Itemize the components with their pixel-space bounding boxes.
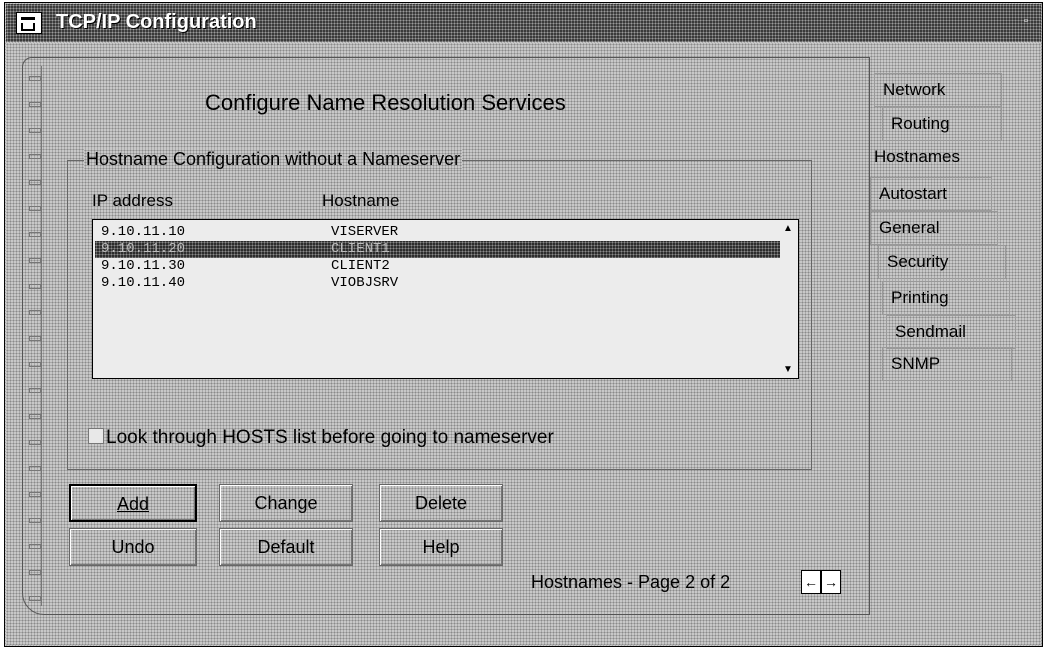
default-button[interactable]: Default (219, 528, 353, 566)
undo-button[interactable]: Undo (69, 528, 197, 566)
table-row[interactable]: 9.10.11.10 VISERVER (95, 224, 780, 241)
ip-cell: 9.10.11.20 (101, 241, 186, 257)
tcpip-configuration-window: TCP/IP Configuration ▫ Configure Name Re… (4, 2, 1043, 647)
help-button[interactable]: Help (379, 528, 503, 566)
group-label: Hostname Configuration without a Nameser… (84, 149, 463, 170)
column-header-hostname: Hostname (322, 191, 400, 210)
minimize-icon[interactable]: ▫ (1019, 14, 1033, 28)
tab-security[interactable]: Security (878, 245, 1006, 279)
tab-printing[interactable]: Printing (882, 281, 1010, 315)
undo-button-label: Undo (111, 537, 155, 557)
hostname-cell: VIOBJSRV (331, 275, 399, 291)
next-page-icon[interactable]: → (821, 570, 841, 594)
checkbox-label: Look through HOSTS list before going to … (106, 427, 554, 448)
ip-cell: 9.10.11.40 (101, 275, 186, 291)
help-button-label: Help (422, 537, 460, 557)
window-title: TCP/IP Configuration (56, 11, 257, 33)
hosts-first-checkbox[interactable]: Look through HOSTS list before going to … (88, 427, 554, 449)
scroll-up-icon[interactable]: ▲ (783, 223, 793, 234)
hosts-listbox[interactable]: 9.10.11.10 VISERVER 9.10.11.20 CLIENT1 9… (92, 219, 799, 379)
system-menu-icon[interactable] (16, 12, 42, 34)
scroll-down-icon[interactable]: ▼ (783, 364, 793, 375)
tab-autostart[interactable]: Autostart (870, 177, 992, 211)
table-row[interactable]: 9.10.11.30 CLIENT2 (95, 258, 780, 275)
hostname-config-group: Hostname Configuration without a Nameser… (67, 149, 812, 470)
tab-sendmail[interactable]: Sendmail (886, 315, 1016, 349)
table-row-selected[interactable]: 9.10.11.20 CLIENT1 (95, 241, 780, 258)
notebook: Configure Name Resolution Services Hostn… (22, 57, 870, 615)
tab-general[interactable]: General (870, 211, 998, 245)
vertical-scrollbar[interactable]: ▲ ▼ (781, 221, 797, 377)
client-area: Configure Name Resolution Services Hostn… (6, 43, 1041, 645)
prev-page-icon[interactable]: ← (801, 570, 821, 594)
column-header-ip: IP address (92, 191, 173, 210)
tab-network[interactable]: Network (874, 73, 1002, 107)
ip-cell: 9.10.11.30 (101, 258, 186, 274)
page-title: Configure Name Resolution Services (205, 90, 566, 115)
add-button[interactable]: Add (69, 484, 197, 522)
default-button-label: Default (257, 537, 315, 557)
checkbox-box[interactable] (88, 428, 104, 444)
delete-button[interactable]: Delete (379, 484, 503, 522)
hostname-cell: CLIENT2 (331, 258, 390, 274)
title-bar[interactable]: TCP/IP Configuration ▫ (6, 4, 1041, 42)
change-button[interactable]: Change (219, 484, 353, 522)
page-indicator: Hostnames - Page 2 of 2 (531, 572, 731, 592)
ip-cell: 9.10.11.10 (101, 224, 186, 240)
hostname-cell: VISERVER (331, 224, 399, 240)
add-button-label: Add (116, 494, 150, 514)
tab-routing[interactable]: Routing (882, 107, 1002, 141)
delete-button-label: Delete (414, 493, 468, 513)
notebook-binding (27, 66, 42, 606)
tab-snmp[interactable]: SNMP (882, 347, 1012, 381)
change-button-label: Change (254, 493, 318, 513)
hostname-cell: CLIENT1 (331, 241, 390, 257)
tab-hostnames[interactable]: Hostnames (866, 141, 996, 175)
table-row[interactable]: 9.10.11.40 VIOBJSRV (95, 275, 780, 292)
